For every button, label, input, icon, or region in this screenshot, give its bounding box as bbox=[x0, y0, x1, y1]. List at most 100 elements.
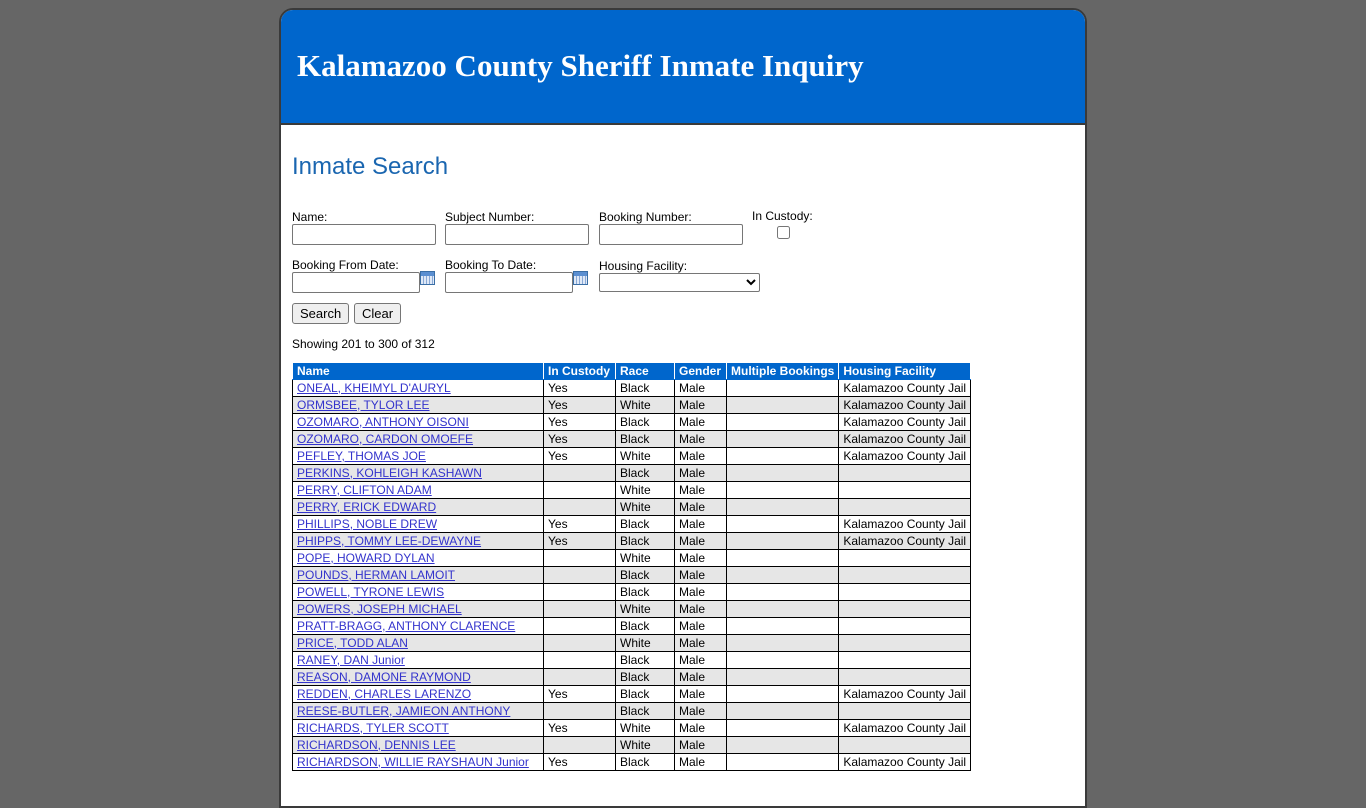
cell-race: Black bbox=[615, 532, 675, 550]
cell-gender: Male bbox=[674, 379, 727, 397]
inmate-name-link[interactable]: PEFLEY, THOMAS JOE bbox=[297, 449, 426, 463]
booking-number-input[interactable] bbox=[599, 224, 743, 245]
cell-housing-facility bbox=[838, 600, 972, 618]
cell-gender: Male bbox=[674, 515, 727, 533]
inmate-name-link[interactable]: POPE, HOWARD DYLAN bbox=[297, 551, 435, 565]
cell-housing-facility bbox=[838, 617, 972, 635]
booking-to-date-wrap bbox=[445, 270, 588, 293]
cell-race: Black bbox=[615, 651, 675, 669]
cell-race: White bbox=[615, 447, 675, 465]
cell-housing-facility: Kalamazoo County Jail bbox=[838, 430, 972, 448]
cell-gender: Male bbox=[674, 600, 727, 618]
cell-name: POWERS, JOSEPH MICHAEL bbox=[292, 600, 544, 618]
column-header-race[interactable]: Race bbox=[615, 362, 675, 380]
table-row: REESE-BUTLER, JAMIEON ANTHONY Black Male bbox=[292, 702, 972, 720]
cell-name: PERRY, CLIFTON ADAM bbox=[292, 481, 544, 499]
cell-gender: Male bbox=[674, 668, 727, 686]
table-row: ONEAL, KHEIMYL D'AURYL Yes Black Male Kalama… bbox=[292, 379, 972, 397]
subject-number-field-group: Subject Number: bbox=[445, 210, 589, 245]
cell-name: POUNDS, HERMAN LAMOIT bbox=[292, 566, 544, 584]
cell-name: PHILLIPS, NOBLE DREW bbox=[292, 515, 544, 533]
inmate-name-link[interactable]: PERRY, CLIFTON ADAM bbox=[297, 483, 432, 497]
inmate-name-link[interactable]: PRATT-BRAGG, ANTHONY CLARENCE bbox=[297, 619, 515, 633]
inmate-name-link[interactable]: PHIPPS, TOMMY LEE-DEWAYNE bbox=[297, 534, 481, 548]
cell-name: ONEAL, KHEIMYL D'AURYL bbox=[292, 379, 544, 397]
column-header-name[interactable]: Name bbox=[292, 362, 544, 380]
cell-name: OZOMARO, ANTHONY OISONI bbox=[292, 413, 544, 431]
cell-multiple-bookings bbox=[725, 515, 840, 533]
cell-gender: Male bbox=[674, 447, 727, 465]
inmate-name-link[interactable]: RICHARDSON, WILLIE RAYSHAUN Junior bbox=[297, 755, 529, 769]
in-custody-label: In Custody: bbox=[752, 209, 813, 223]
cell-name: POPE, HOWARD DYLAN bbox=[292, 549, 544, 567]
cell-multiple-bookings bbox=[725, 600, 840, 618]
inmate-name-link[interactable]: POWERS, JOSEPH MICHAEL bbox=[297, 602, 462, 616]
inmate-name-link[interactable]: PERRY, ERICK EDWARD bbox=[297, 500, 436, 514]
cell-name: REDDEN, CHARLES LARENZO bbox=[292, 685, 544, 703]
clear-button[interactable]: Clear bbox=[354, 303, 402, 324]
table-row: RICHARDSON, DENNIS LEE White Male bbox=[292, 736, 972, 754]
calendar-icon[interactable] bbox=[573, 270, 588, 285]
cell-multiple-bookings bbox=[725, 634, 840, 652]
cell-multiple-bookings bbox=[725, 481, 840, 499]
housing-facility-select[interactable] bbox=[599, 273, 760, 292]
inmate-name-link[interactable]: ONEAL, KHEIMYL D'AURYL bbox=[297, 381, 451, 395]
cell-race: Black bbox=[615, 702, 675, 720]
inmate-name-link[interactable]: PERKINS, KOHLEIGH KASHAWN bbox=[297, 466, 482, 480]
cell-gender: Male bbox=[674, 549, 727, 567]
column-header-in-custody[interactable]: In Custody bbox=[543, 362, 616, 380]
in-custody-checkbox[interactable] bbox=[777, 226, 790, 239]
cell-gender: Male bbox=[674, 481, 727, 499]
cell-multiple-bookings bbox=[725, 549, 840, 567]
cell-race: Black bbox=[615, 668, 675, 686]
subject-number-input[interactable] bbox=[445, 224, 589, 245]
column-header-multiple-bookings[interactable]: Multiple Bookings bbox=[725, 362, 840, 380]
cell-housing-facility bbox=[838, 736, 972, 754]
booking-to-date-label: Booking To Date: bbox=[445, 258, 537, 272]
inmate-name-link[interactable]: PRICE, TODD ALAN bbox=[297, 636, 408, 650]
inmate-name-link[interactable]: RICHARDS, TYLER SCOTT bbox=[297, 721, 449, 735]
cell-name: PRICE, TODD ALAN bbox=[292, 634, 544, 652]
inmate-name-link[interactable]: OZOMARO, CARDON OMOEFE bbox=[297, 432, 473, 446]
booking-from-date-wrap bbox=[292, 270, 435, 293]
cell-multiple-bookings bbox=[725, 464, 840, 482]
inmate-name-link[interactable]: REASON, DAMONE RAYMOND bbox=[297, 670, 471, 684]
inmate-name-link[interactable]: POWELL, TYRONE LEWIS bbox=[297, 585, 444, 599]
column-header-gender[interactable]: Gender bbox=[674, 362, 727, 380]
housing-facility-field-group: Housing Facility: bbox=[599, 259, 760, 292]
name-input[interactable] bbox=[292, 224, 436, 245]
cell-housing-facility bbox=[838, 702, 972, 720]
results-body: ONEAL, KHEIMYL D'AURYL Yes Black Male Kalama… bbox=[292, 379, 972, 771]
cell-race: Black bbox=[615, 583, 675, 601]
cell-race: Black bbox=[615, 430, 675, 448]
booking-to-date-field-group: Booking To Date: bbox=[445, 258, 588, 293]
inmate-name-link[interactable]: RANEY, DAN Junior bbox=[297, 653, 405, 667]
inmate-name-link[interactable]: OZOMARO, ANTHONY OISONI bbox=[297, 415, 469, 429]
housing-facility-label: Housing Facility: bbox=[599, 259, 688, 273]
results-table: Name In Custody Race Gender Multiple Boo… bbox=[292, 362, 972, 771]
inmate-name-link[interactable]: REESE-BUTLER, JAMIEON ANTHONY bbox=[297, 704, 510, 718]
table-row: RICHARDS, TYLER SCOTT Yes White Male Kalamaz… bbox=[292, 719, 972, 737]
cell-multiple-bookings bbox=[725, 651, 840, 669]
table-row: OZOMARO, CARDON OMOEFE Yes Black Male Kalama… bbox=[292, 430, 972, 448]
booking-to-date-input[interactable] bbox=[445, 272, 573, 293]
inmate-name-link[interactable]: ORMSBEE, TYLOR LEE bbox=[297, 398, 430, 412]
cell-housing-facility: Kalamazoo County Jail bbox=[838, 515, 972, 533]
cell-multiple-bookings bbox=[725, 498, 840, 516]
cell-gender: Male bbox=[674, 396, 727, 414]
cell-gender: Male bbox=[674, 532, 727, 550]
table-row: PERRY, CLIFTON ADAM White Male bbox=[292, 481, 972, 499]
calendar-icon[interactable] bbox=[420, 270, 435, 285]
inmate-name-link[interactable]: RICHARDSON, DENNIS LEE bbox=[297, 738, 456, 752]
results-summary: Showing 201 to 300 of 312 bbox=[292, 337, 435, 351]
inmate-name-link[interactable]: PHILLIPS, NOBLE DREW bbox=[297, 517, 437, 531]
table-row: PHIPPS, TOMMY LEE-DEWAYNE Yes Black Male Kal… bbox=[292, 532, 972, 550]
booking-from-date-input[interactable] bbox=[292, 272, 420, 293]
cell-multiple-bookings bbox=[725, 736, 840, 754]
cell-race: White bbox=[615, 481, 675, 499]
column-header-housing-facility[interactable]: Housing Facility bbox=[838, 362, 972, 380]
inmate-name-link[interactable]: POUNDS, HERMAN LAMOIT bbox=[297, 568, 455, 582]
inmate-name-link[interactable]: REDDEN, CHARLES LARENZO bbox=[297, 687, 471, 701]
table-row: RANEY, DAN Junior Black Male bbox=[292, 651, 972, 669]
search-button[interactable]: Search bbox=[292, 303, 350, 324]
